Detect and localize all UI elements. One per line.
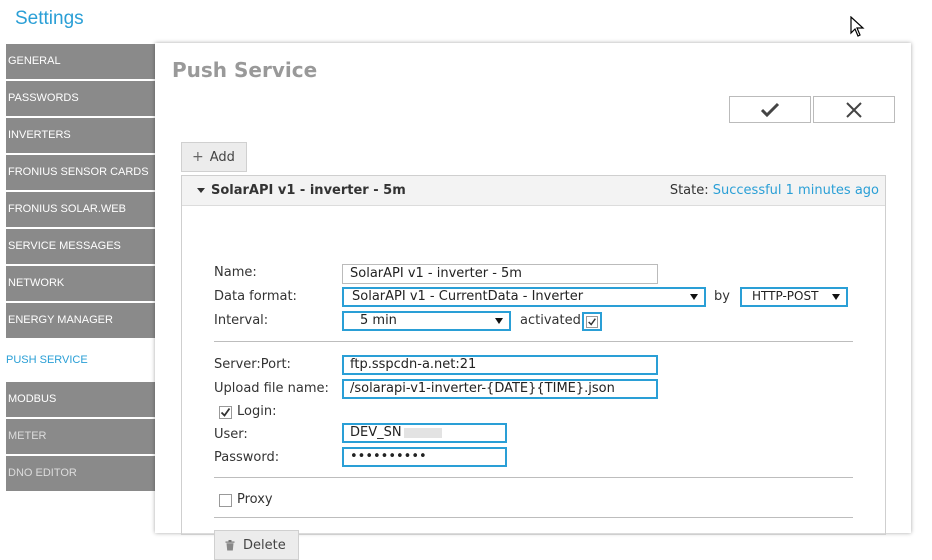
dropdown-arrow-icon — [690, 294, 698, 300]
service-title: SolarAPI v1 - inverter - 5m — [211, 183, 406, 198]
password-input[interactable]: •••••••••• — [342, 447, 507, 467]
proxy-label: Proxy — [237, 492, 273, 507]
upload-file-name-input[interactable]: /solarapi-v1-inverter-{DATE}{TIME}.json — [342, 379, 658, 399]
delete-button-label: Delete — [243, 537, 286, 553]
name-label: Name: — [214, 265, 257, 280]
mouse-cursor-icon — [850, 16, 865, 37]
dropdown-arrow-icon — [832, 294, 840, 300]
interval-select[interactable]: 5 min — [342, 311, 511, 331]
divider — [214, 517, 853, 518]
activated-label: activated — [520, 313, 581, 328]
divider — [214, 477, 853, 478]
sidebar-item-energy-manager[interactable]: ENERGY MANAGER — [6, 303, 156, 338]
page-title: Push Service — [172, 58, 318, 82]
add-button-label: Add — [209, 149, 235, 165]
state-label: State: — [669, 183, 709, 198]
trash-icon — [225, 539, 235, 550]
password-label: Password: — [214, 450, 280, 465]
user-value: DEV_SN — [350, 425, 402, 440]
add-button[interactable]: + Add — [181, 142, 247, 172]
divider — [214, 341, 853, 342]
redacted-block — [403, 427, 442, 438]
login-label: Login: — [237, 404, 277, 419]
data-format-label: Data format: — [214, 289, 297, 304]
interval-label: Interval: — [214, 313, 269, 328]
proxy-checkbox[interactable] — [219, 494, 232, 507]
data-format-value: SolarAPI v1 - CurrentData - Inverter — [352, 289, 584, 304]
caret-down-icon[interactable] — [196, 185, 206, 195]
app-title: Settings — [15, 8, 84, 29]
by-label: by — [714, 289, 730, 304]
confirm-button[interactable] — [729, 96, 811, 123]
sidebar-item-general[interactable]: GENERAL — [6, 44, 156, 79]
plus-icon: + — [192, 149, 204, 165]
state-value: Successful 1 minutes ago — [712, 183, 879, 198]
sidebar-item-modbus[interactable]: MODBUS — [6, 382, 156, 417]
name-input[interactable]: SolarAPI v1 - inverter - 5m — [342, 264, 658, 284]
user-label: User: — [214, 427, 248, 442]
checkmark-icon — [220, 407, 231, 417]
sidebar-item-network[interactable]: NETWORK — [6, 266, 156, 301]
activated-checkbox[interactable] — [582, 312, 602, 331]
close-icon — [846, 101, 862, 118]
push-service-panel: Push Service + Add SolarAPI v1 - inverte… — [155, 43, 911, 560]
cancel-button[interactable] — [813, 96, 895, 123]
method-select[interactable]: HTTP-POST — [740, 287, 848, 307]
checkmark-icon — [760, 102, 780, 117]
sidebar-item-fronius-sensor-cards[interactable]: FRONIUS SENSOR CARDS — [6, 155, 156, 190]
sidebar-item-inverters[interactable]: INVERTERS — [6, 118, 156, 153]
service-header[interactable]: SolarAPI v1 - inverter - 5m State: Succe… — [182, 176, 885, 206]
user-input[interactable]: DEV_SN — [342, 423, 507, 443]
dropdown-arrow-icon — [495, 318, 503, 324]
sidebar-item-fronius-solar-web[interactable]: FRONIUS SOLAR.WEB — [6, 192, 156, 227]
checkmark-icon — [586, 315, 598, 328]
sidebar-item-passwords[interactable]: PASSWORDS — [6, 81, 156, 116]
sidebar-item-dno-editor[interactable]: DNO EDITOR — [6, 456, 156, 491]
server-port-label: Server:Port: — [214, 357, 291, 372]
login-checkbox[interactable] — [219, 406, 232, 419]
delete-button[interactable]: Delete — [214, 530, 299, 560]
method-value: HTTP-POST — [752, 289, 819, 303]
upload-file-name-label: Upload file name: — [214, 381, 329, 396]
sidebar-item-meter[interactable]: METER — [6, 419, 156, 454]
sidebar-item-service-messages[interactable]: SERVICE MESSAGES — [6, 229, 156, 264]
sidebar-item-push-service[interactable]: PUSH SERVICE — [4, 340, 156, 380]
data-format-select[interactable]: SolarAPI v1 - CurrentData - Inverter — [342, 287, 706, 307]
service-entry: SolarAPI v1 - inverter - 5m State: Succe… — [181, 175, 886, 560]
service-state: State: Successful 1 minutes ago — [670, 183, 879, 198]
interval-value: 5 min — [360, 313, 397, 328]
server-port-input[interactable]: ftp.sspcdn-a.net:21 — [342, 355, 658, 375]
sidebar-nav: GENERAL PASSWORDS INVERTERS FRONIUS SENS… — [4, 44, 156, 493]
